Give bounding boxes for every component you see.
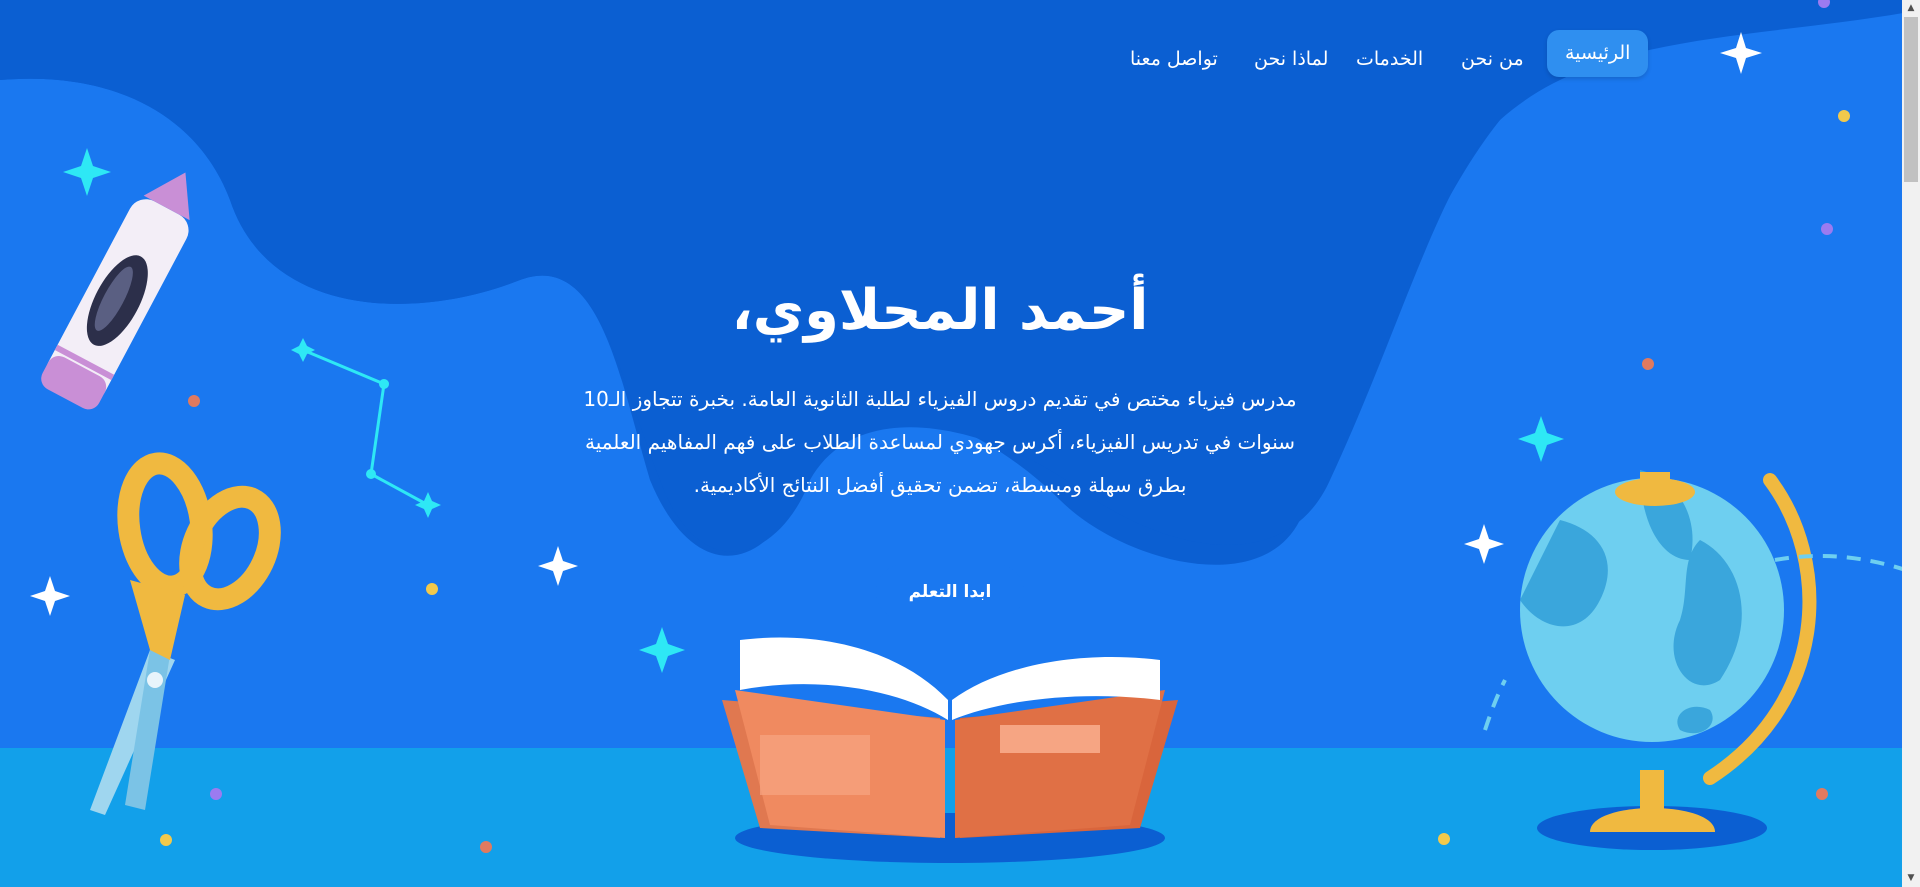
- scroll-up-arrow-icon[interactable]: ▲: [1902, 0, 1920, 17]
- main-navigation: الرئيسية من نحن الخدمات لماذا نحن تواصل …: [0, 28, 1920, 78]
- start-learning-button[interactable]: ابدا التعلم: [876, 564, 1024, 620]
- hero-title: أحمد المحلاوي،: [731, 278, 1149, 343]
- scrollbar-thumb[interactable]: [1904, 17, 1918, 182]
- hero-section: أحمد المحلاوي، مدرس فيزياء مختص في تقديم…: [560, 280, 1320, 507]
- nav-item-about[interactable]: من نحن: [1445, 38, 1540, 81]
- nav-item-contact[interactable]: تواصل معنا: [1114, 38, 1234, 81]
- page-scrollbar[interactable]: ▲ ▼: [1902, 0, 1920, 887]
- hero-description: مدرس فيزياء مختص في تقديم دروس الفيزياء …: [583, 386, 1297, 497]
- nav-item-home[interactable]: الرئيسية: [1547, 30, 1649, 77]
- nav-item-why-us[interactable]: لماذا نحن: [1238, 38, 1344, 81]
- nav-item-services[interactable]: الخدمات: [1340, 38, 1439, 81]
- scroll-down-arrow-icon[interactable]: ▼: [1902, 870, 1920, 887]
